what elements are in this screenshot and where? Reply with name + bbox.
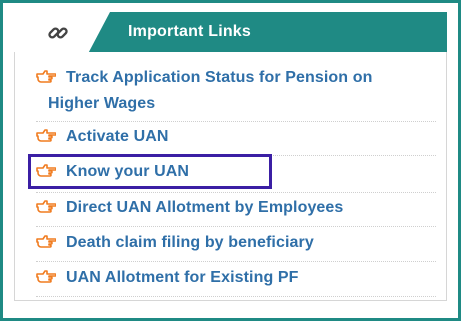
widget-header: Important Links	[14, 12, 447, 52]
link-uan-allotment-existing-pf[interactable]: UAN Allotment for Existing PF	[36, 262, 299, 293]
link-track-application-status-line2[interactable]: Higher Wages	[48, 88, 155, 119]
pointing-hand-icon	[36, 235, 56, 248]
link-label: UAN Allotment for Existing PF	[66, 269, 299, 286]
link-label: Death claim filing by beneficiary	[66, 234, 314, 251]
important-links-widget: Important Links Track Application Status…	[0, 0, 461, 321]
link-death-claim-filing[interactable]: Death claim filing by beneficiary	[36, 227, 314, 258]
link-activate-uan[interactable]: Activate UAN	[36, 121, 169, 152]
link-label: Higher Wages	[48, 95, 156, 112]
link-direct-uan-allotment[interactable]: Direct UAN Allotment by Employees	[36, 192, 343, 223]
link-label: Track Application Status for Pension on	[66, 69, 373, 86]
pointing-hand-icon	[36, 129, 56, 142]
pointing-hand-icon	[36, 70, 56, 83]
link-label: Direct UAN Allotment by Employees	[66, 199, 344, 216]
pointing-hand-icon	[36, 200, 56, 213]
chain-link-icon	[48, 27, 68, 39]
pointing-hand-icon	[36, 270, 56, 283]
widget-title: Important Links	[128, 23, 252, 40]
link-label: Activate UAN	[66, 128, 169, 145]
highlight-box	[28, 154, 272, 189]
divider	[36, 296, 436, 297]
